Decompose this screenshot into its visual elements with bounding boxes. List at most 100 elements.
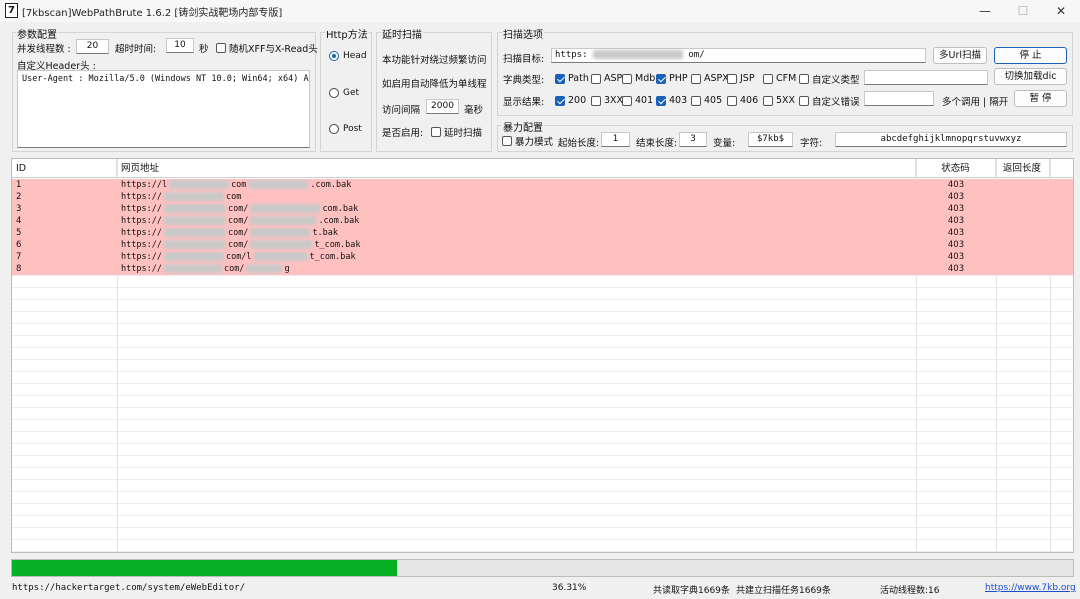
enable-label: 是否启用: <box>382 128 424 139</box>
start-len-input[interactable]: 1 <box>601 132 630 147</box>
table-row[interactable]: 5 https:// com/t.bak 403 <box>12 227 1073 239</box>
grid-line <box>12 371 1073 372</box>
cell-id: 4 <box>16 216 22 226</box>
grid-line <box>12 395 1073 396</box>
close-button[interactable]: ✕ <box>1042 0 1080 22</box>
interval-input[interactable]: 2000 <box>426 99 459 114</box>
show-code-checkbox-5[interactable]: 406 <box>727 94 758 107</box>
dict-type-checkbox-7[interactable]: 自定义类型 <box>799 72 860 86</box>
url-post: g <box>284 264 290 274</box>
dict-type-checkbox-2[interactable]: Mdb <box>622 72 655 85</box>
cell-status: 403 <box>947 204 965 214</box>
brute-mode-checkbox[interactable]: 暴力模式 <box>502 134 554 148</box>
threads-input[interactable]: 20 <box>76 39 109 54</box>
show-code-checkbox-0[interactable]: 200 <box>555 94 586 107</box>
table-row[interactable]: 7 https:// com/l t_com.bak 403 <box>12 251 1073 263</box>
custom-error-input[interactable] <box>864 91 934 106</box>
delay-scan-label: 延时扫描 <box>444 127 483 139</box>
results-table[interactable]: ID 网页地址 状态码 返回长度 1 https://l com .com.bak 40… <box>11 158 1074 553</box>
cell-url: https://l com .com.bak <box>117 179 916 191</box>
method-get-radio[interactable]: Get <box>329 88 359 98</box>
header-textarea[interactable]: User-Agent : Mozilla/5.0 (Windows NT 10.… <box>17 70 310 148</box>
show-code-label: 403 <box>669 95 688 106</box>
checkbox-box <box>656 73 666 84</box>
show-code-checkbox-4[interactable]: 405 <box>691 94 722 107</box>
checkbox-box <box>799 73 809 84</box>
url-pre: https:// <box>121 228 162 238</box>
table-row[interactable]: 8 https:// com/g 403 <box>12 263 1073 275</box>
grid-line <box>12 503 1073 504</box>
radio-dot <box>329 124 339 134</box>
url-post: t_com.bak <box>309 252 356 262</box>
grid-line <box>12 335 1073 336</box>
end-len-label: 结束长度: <box>636 138 678 149</box>
dict-type-checkbox-6[interactable]: CFM <box>763 72 796 85</box>
dict-type-checkbox-0[interactable]: Path <box>555 72 589 85</box>
table-row[interactable]: 3 https:// com/com.bak 403 <box>12 203 1073 215</box>
brute-group-label: 暴力配置 <box>502 119 544 134</box>
table-row[interactable]: 6 https:// com/t_com.bak 403 <box>12 239 1073 251</box>
show-code-checkbox-1[interactable]: 3XX <box>591 94 623 107</box>
dict-type-checkbox-4[interactable]: ASPX <box>691 72 729 85</box>
url-pre: https:// <box>121 216 162 226</box>
show-code-checkbox-6[interactable]: 5XX <box>763 94 795 107</box>
table-row[interactable]: 1 https://l com .com.bak 403 <box>12 179 1073 191</box>
dict-type-label: PHP <box>669 73 688 84</box>
url-mid: com/ <box>227 204 249 214</box>
grid-line <box>12 539 1073 540</box>
grid-line <box>12 383 1073 384</box>
show-code-checkbox-3[interactable]: 403 <box>656 94 687 107</box>
chars-label: 字符: <box>800 138 823 149</box>
redacted-blur <box>163 252 224 261</box>
stop-button[interactable]: 停 止 <box>994 47 1067 64</box>
col-id[interactable]: ID <box>12 159 117 178</box>
grid-line <box>12 491 1073 492</box>
col-url[interactable]: 网页地址 <box>117 159 916 178</box>
checkbox-box <box>622 73 632 84</box>
show-code-checkbox-2[interactable]: 401 <box>622 94 653 107</box>
end-len-input[interactable]: 3 <box>679 132 707 147</box>
multi-url-button[interactable]: 多Url扫描 <box>933 47 987 64</box>
delay-desc-1: 本功能针对绕过频繁访问 <box>382 55 487 66</box>
col-length[interactable]: 返回长度 <box>996 159 1050 178</box>
cell-length <box>996 251 1050 263</box>
cell-id: 1 <box>16 180 22 190</box>
target-input[interactable]: https: om/ <box>551 48 926 63</box>
var-input[interactable]: $7kb$ <box>748 132 793 147</box>
pause-button[interactable]: 暂 停 <box>1014 90 1067 107</box>
timeout-input[interactable]: 10 <box>166 38 194 53</box>
grid-line <box>12 455 1073 456</box>
table-row[interactable]: 4 https:// com/ .com.bak 403 <box>12 215 1073 227</box>
brute-mode-label: 暴力模式 <box>515 136 554 148</box>
col-status[interactable]: 状态码 <box>916 159 996 178</box>
delay-scan-box <box>431 126 441 137</box>
chars-input[interactable]: abcdefghijklmnopqrstuvwxyz <box>835 132 1067 147</box>
method-post-radio[interactable]: Post <box>329 124 362 134</box>
table-row[interactable]: 2 https:// com 403 <box>12 191 1073 203</box>
delay-desc-2: 如启用自动降低为单线程 <box>382 79 487 90</box>
table-body: 1 https://l com .com.bak 403 2 https://com 403 3… <box>12 179 1073 275</box>
checkbox-box <box>763 73 773 84</box>
grid-line <box>12 551 1073 552</box>
switch-dic-button[interactable]: 切换加载dic <box>994 68 1067 85</box>
checkbox-box <box>591 95 601 106</box>
redacted-blur <box>163 240 226 249</box>
redacted-blur <box>250 240 313 249</box>
site-link[interactable]: https://www.7kb.org <box>985 583 1076 593</box>
cell-length <box>996 191 1050 203</box>
maximize-button[interactable]: ☐ <box>1004 0 1042 22</box>
title-bar: 7 [7kbscan]WebPathBrute 1.6.2 [铸剑实战靶场内部专… <box>0 0 1080 22</box>
dict-type-checkbox-5[interactable]: JSP <box>727 72 755 85</box>
cell-length <box>996 227 1050 239</box>
head-label: Head <box>343 51 367 61</box>
minimize-button[interactable]: — <box>966 0 1004 22</box>
custom-type-input[interactable] <box>864 70 988 85</box>
show-code-checkbox-7[interactable]: 自定义错误 <box>799 94 860 108</box>
target-suffix: om/ <box>688 50 705 60</box>
dict-type-checkbox-3[interactable]: PHP <box>656 72 688 85</box>
random-xff-checkbox[interactable]: 随机XFF与X-Read头 <box>216 41 318 55</box>
url-mid: com <box>225 192 242 202</box>
method-head-radio[interactable]: Head <box>329 51 367 61</box>
delay-scan-checkbox[interactable]: 延时扫描 <box>431 125 483 139</box>
dict-type-checkbox-1[interactable]: ASP <box>591 72 622 85</box>
